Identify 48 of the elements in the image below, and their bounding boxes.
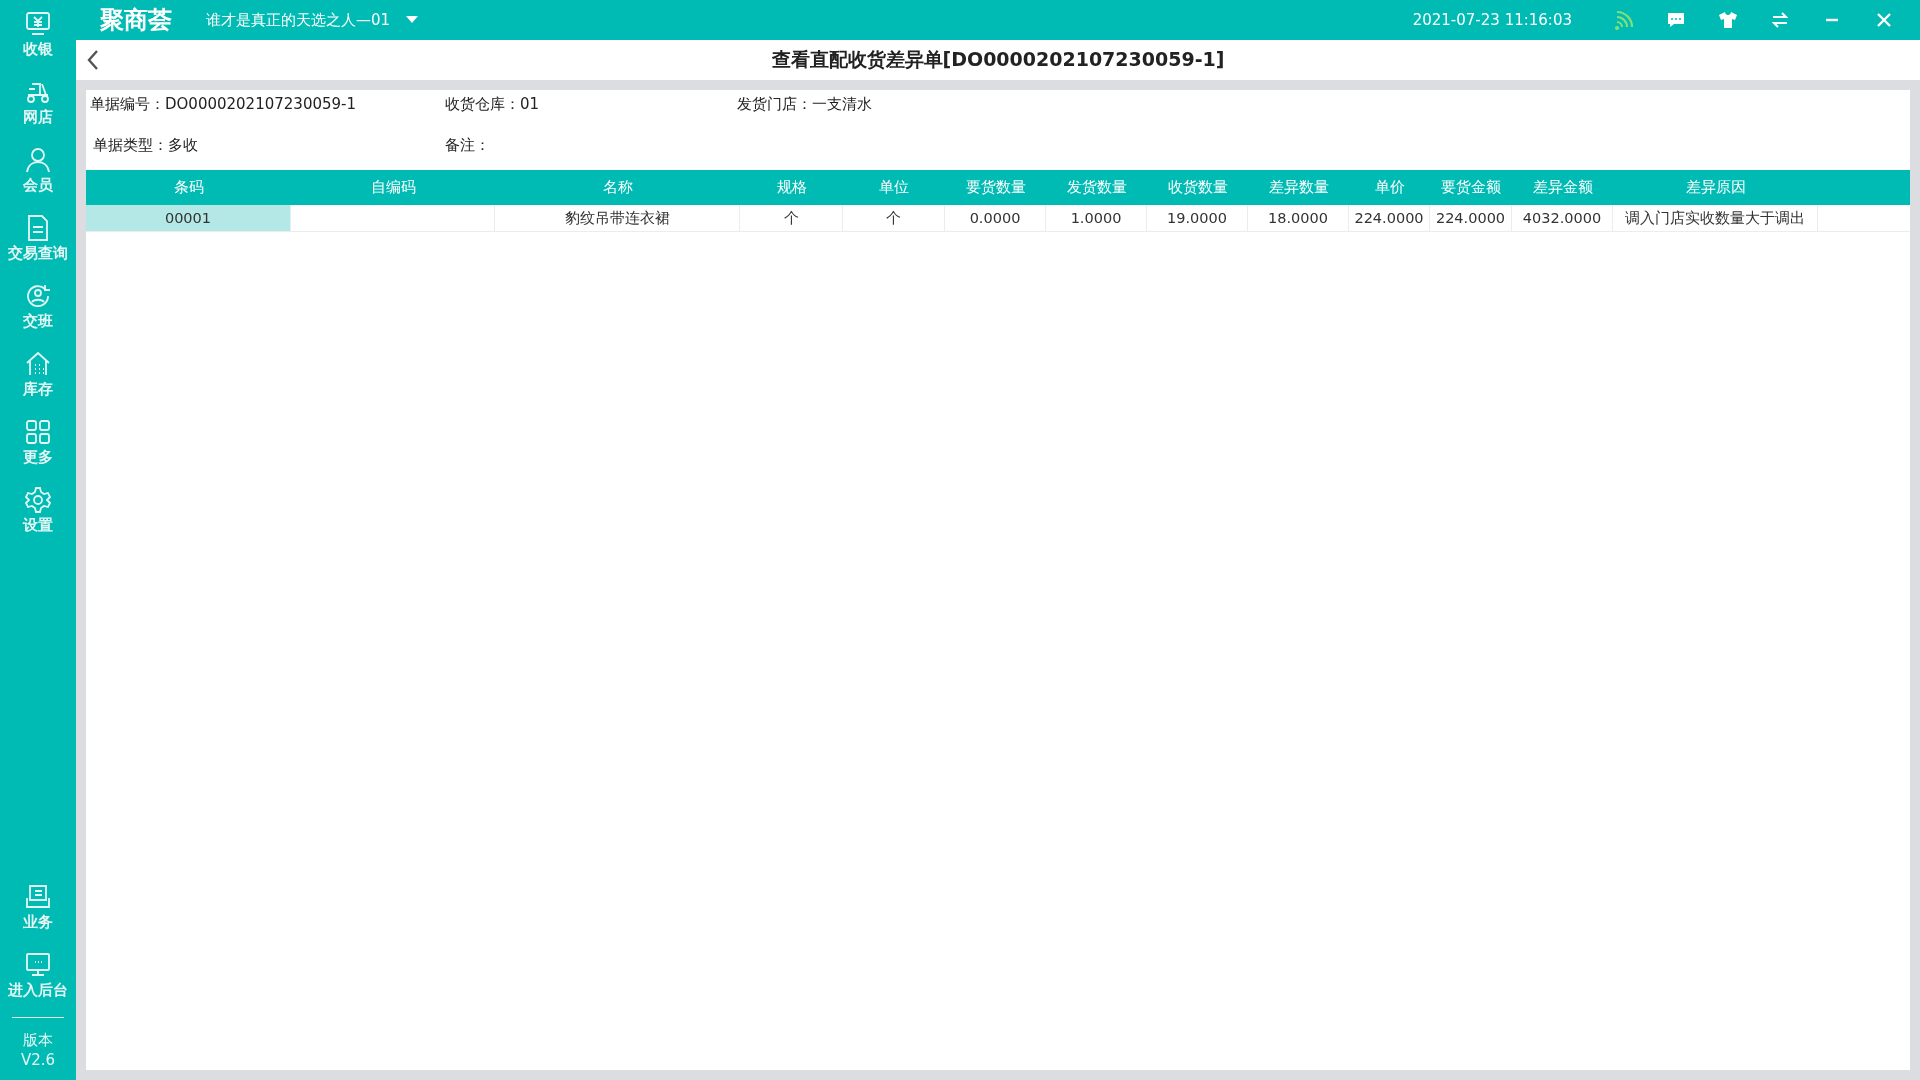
info-field: 收货仓库：01 bbox=[445, 95, 737, 114]
table-cell[interactable]: 224.0000 bbox=[1349, 205, 1430, 231]
person-icon bbox=[24, 145, 52, 174]
column-header: 自编码 bbox=[369, 178, 417, 197]
column-header: 规格 bbox=[775, 178, 808, 197]
table-cell[interactable]: 个 bbox=[740, 205, 843, 231]
switch-icon[interactable] bbox=[1770, 10, 1790, 30]
chat-icon[interactable] bbox=[1666, 10, 1686, 30]
page-title: 查看直配收货差异单[DO0000202107230059-1] bbox=[770, 47, 1226, 72]
column-header: 条码 bbox=[172, 178, 205, 197]
info-field: 单据编号：DO0000202107230059-1 bbox=[90, 95, 445, 114]
table-cell[interactable]: 18.0000 bbox=[1248, 205, 1349, 231]
grid-icon bbox=[24, 417, 52, 446]
cashier-icon bbox=[24, 9, 52, 38]
house-icon bbox=[24, 349, 52, 378]
column-header: 差异原因 bbox=[1684, 178, 1747, 197]
table-cell[interactable]: 224.0000 bbox=[1430, 205, 1512, 231]
back-icon[interactable] bbox=[86, 49, 100, 71]
info-field: 单据类型：多收 bbox=[90, 136, 445, 155]
app-logo: 聚商荟 bbox=[100, 5, 172, 36]
table-cell[interactable]: 调入门店实收数量大于调出 bbox=[1613, 205, 1818, 231]
version-label: 版本 bbox=[23, 1030, 53, 1050]
table-cell[interactable]: 19.0000 bbox=[1147, 205, 1248, 231]
column-header: 单位 bbox=[878, 178, 910, 197]
info-field: 备注： bbox=[445, 136, 737, 155]
table-cell[interactable]: 个 bbox=[843, 205, 945, 231]
table-cell[interactable]: 00001 bbox=[86, 205, 291, 231]
monitor-icon bbox=[24, 950, 52, 979]
column-header: 收货数量 bbox=[1166, 178, 1229, 197]
column-header: 差异金额 bbox=[1531, 178, 1594, 197]
gear-icon bbox=[24, 485, 52, 514]
table-cell[interactable]: 4032.0000 bbox=[1512, 205, 1613, 231]
table-cell[interactable]: 豹纹吊带连衣裙 bbox=[495, 205, 740, 231]
shirt-icon[interactable] bbox=[1718, 10, 1738, 30]
column-header: 名称 bbox=[601, 178, 634, 197]
info-field: 发货门店：一支清水 bbox=[737, 95, 1906, 114]
column-header: 要货金额 bbox=[1440, 178, 1502, 197]
column-header: 发货数量 bbox=[1065, 178, 1128, 197]
column-header: 要货数量 bbox=[964, 178, 1027, 197]
table-cell[interactable]: 0.0000 bbox=[945, 205, 1046, 231]
column-header: 差异数量 bbox=[1267, 178, 1330, 197]
table-cell[interactable]: 1.0000 bbox=[1046, 205, 1147, 231]
version-number: V2.6 bbox=[20, 1050, 56, 1070]
column-header: 单价 bbox=[1373, 178, 1406, 197]
date-time: 2021-07-23 11:16:03 bbox=[1412, 11, 1572, 29]
tray-icon bbox=[24, 882, 52, 911]
signal-icon bbox=[1614, 10, 1634, 30]
caret-icon bbox=[406, 16, 419, 24]
